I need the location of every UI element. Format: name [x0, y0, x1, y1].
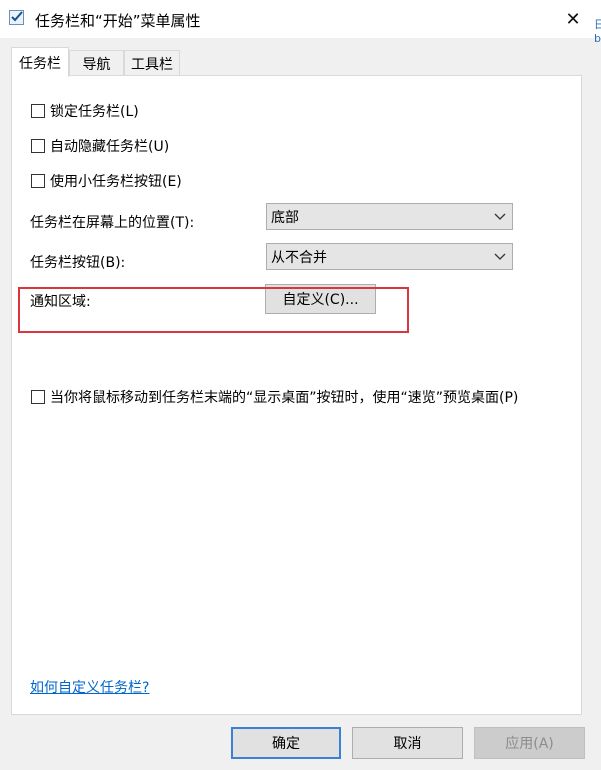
location-value: 底部 — [271, 209, 299, 226]
buttons-combine-label: 任务栏按钮(B): — [30, 255, 126, 271]
title-bar: 任务栏和“开始”菜单属性 ✕ — [0, 0, 601, 38]
tab-toolbars[interactable]: 工具栏 — [124, 50, 180, 76]
checkbox-box[interactable] — [31, 174, 45, 188]
close-icon[interactable]: ✕ — [553, 0, 593, 38]
lock-taskbar-checkbox[interactable]: 锁定任务栏(L) — [31, 101, 139, 121]
background-window-edge: 日 b — [594, 18, 601, 45]
buttons-combine-value: 从不合并 — [271, 249, 327, 266]
chevron-down-icon — [494, 207, 506, 231]
ok-button[interactable]: 确定 — [231, 727, 341, 759]
tab-navigation[interactable]: 导航 — [69, 50, 124, 76]
checkmark-window-icon — [9, 10, 24, 25]
buttons-combine-select[interactable]: 从不合并 — [266, 243, 513, 270]
location-label: 任务栏在屏幕上的位置(T): — [30, 215, 195, 231]
peek-desktop-checkbox[interactable]: 当你将鼠标移动到任务栏末端的“显示桌面”按钮时，使用“速览”预览桌面(P) — [31, 387, 518, 407]
lock-taskbar-label: 锁定任务栏(L) — [50, 104, 139, 120]
help-link[interactable]: 如何自定义任务栏? — [30, 677, 149, 697]
autohide-taskbar-checkbox[interactable]: 自动隐藏任务栏(U) — [31, 136, 169, 156]
autohide-taskbar-label: 自动隐藏任务栏(U) — [50, 139, 170, 155]
cancel-button[interactable]: 取消 — [352, 727, 463, 759]
checkbox-box[interactable] — [31, 390, 45, 404]
checkbox-box[interactable] — [31, 104, 45, 118]
checkbox-box[interactable] — [31, 139, 45, 153]
location-select[interactable]: 底部 — [266, 203, 513, 230]
highlight-box — [18, 287, 409, 333]
small-buttons-label: 使用小任务栏按钮(E) — [50, 174, 182, 190]
chevron-down-icon — [494, 247, 506, 271]
window-title: 任务栏和“开始”菜单属性 — [35, 12, 201, 30]
tab-taskbar[interactable]: 任务栏 — [11, 47, 69, 77]
peek-desktop-label: 当你将鼠标移动到任务栏末端的“显示桌面”按钮时，使用“速览”预览桌面(P) — [50, 390, 519, 406]
apply-button[interactable]: 应用(A) — [474, 727, 585, 759]
small-buttons-checkbox[interactable]: 使用小任务栏按钮(E) — [31, 171, 182, 191]
